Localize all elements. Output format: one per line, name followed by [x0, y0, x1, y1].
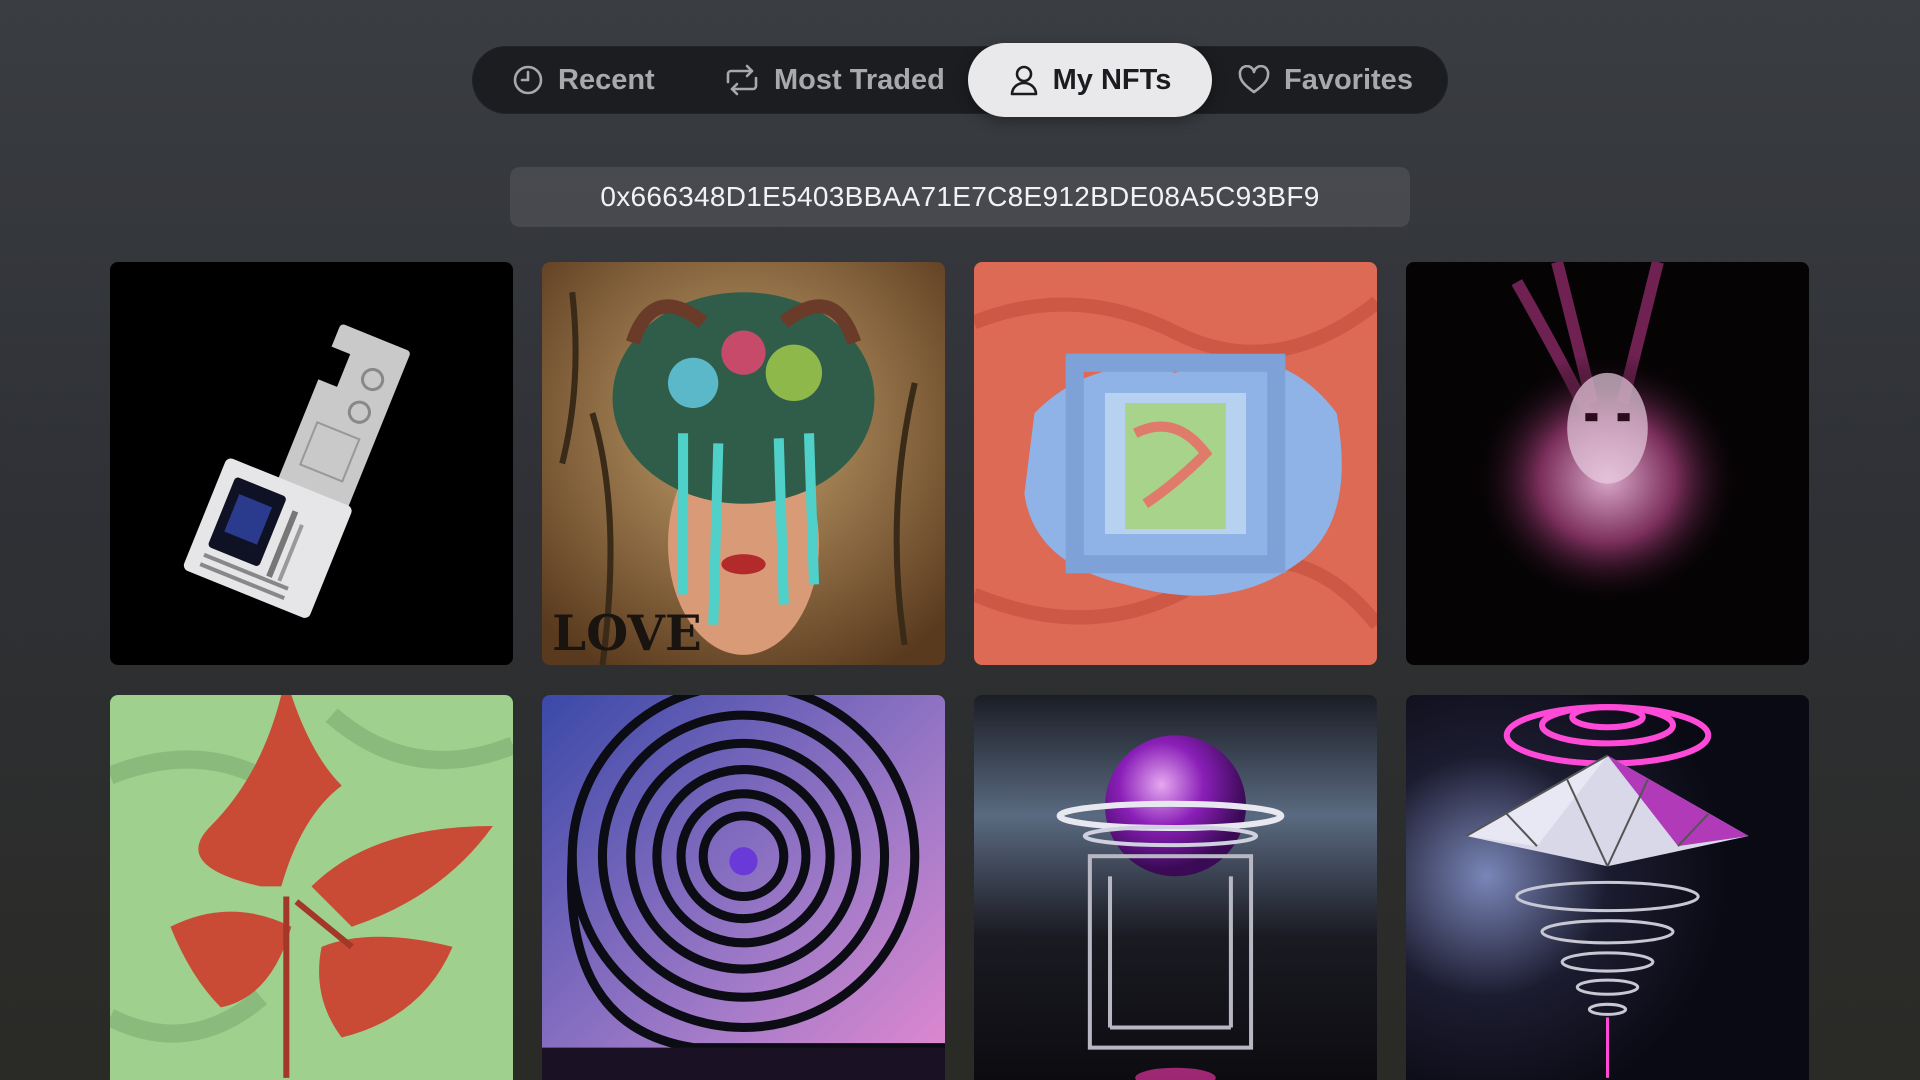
- nft-card-smoke-face[interactable]: [1406, 262, 1809, 665]
- tab-my-nfts[interactable]: My NFTs: [968, 43, 1212, 117]
- tab-recent-label: Recent: [558, 63, 655, 96]
- wallet-address-text: 0x666348D1E5403BBAA71E7C8E912BDE08A5C93B…: [600, 181, 1320, 212]
- nft-card-sphere-stand[interactable]: [974, 695, 1377, 1080]
- nft-card-access-key[interactable]: [110, 262, 513, 665]
- nft-artwork-smoke-face: [1406, 262, 1809, 665]
- tab-bar: Recent Most Traded My NFTs Favorites: [472, 43, 1448, 117]
- nft-artwork-abstract-frames: [974, 262, 1377, 665]
- nft-artwork-sphere-stand: [974, 695, 1377, 1080]
- tab-recent[interactable]: Recent: [512, 46, 655, 114]
- nft-artwork-red-silk: [110, 695, 513, 1080]
- nft-card-abstract-frames[interactable]: [974, 262, 1377, 665]
- nft-artwork-spiral: [542, 695, 945, 1080]
- clock-icon: [513, 65, 543, 95]
- person-icon: [1010, 65, 1037, 96]
- tab-favorites[interactable]: Favorites: [1238, 46, 1413, 114]
- tab-most-traded[interactable]: Most Traded: [724, 46, 945, 114]
- wallet-address-field[interactable]: 0x666348D1E5403BBAA71E7C8E912BDE08A5C93B…: [510, 167, 1410, 227]
- nft-card-neon-pyramid[interactable]: [1406, 695, 1809, 1080]
- heart-icon: [1238, 65, 1270, 94]
- tab-favorites-label: Favorites: [1284, 63, 1413, 96]
- nft-artwork-floral-portrait: LOVE: [542, 262, 945, 665]
- svg-text:LOVE: LOVE: [552, 606, 702, 662]
- repeat-arrows-icon: [726, 64, 758, 96]
- nft-card-spiral[interactable]: [542, 695, 945, 1080]
- nft-grid: LOVE: [110, 262, 1810, 1080]
- nft-card-red-silk[interactable]: [110, 695, 513, 1080]
- tab-my-nfts-label: My NFTs: [1052, 63, 1172, 96]
- tab-most-traded-label: Most Traded: [774, 63, 945, 96]
- nft-artwork-neon-pyramid: [1406, 695, 1809, 1080]
- nft-card-floral-portrait[interactable]: LOVE: [542, 262, 945, 665]
- nft-artwork-access-key: [110, 262, 513, 665]
